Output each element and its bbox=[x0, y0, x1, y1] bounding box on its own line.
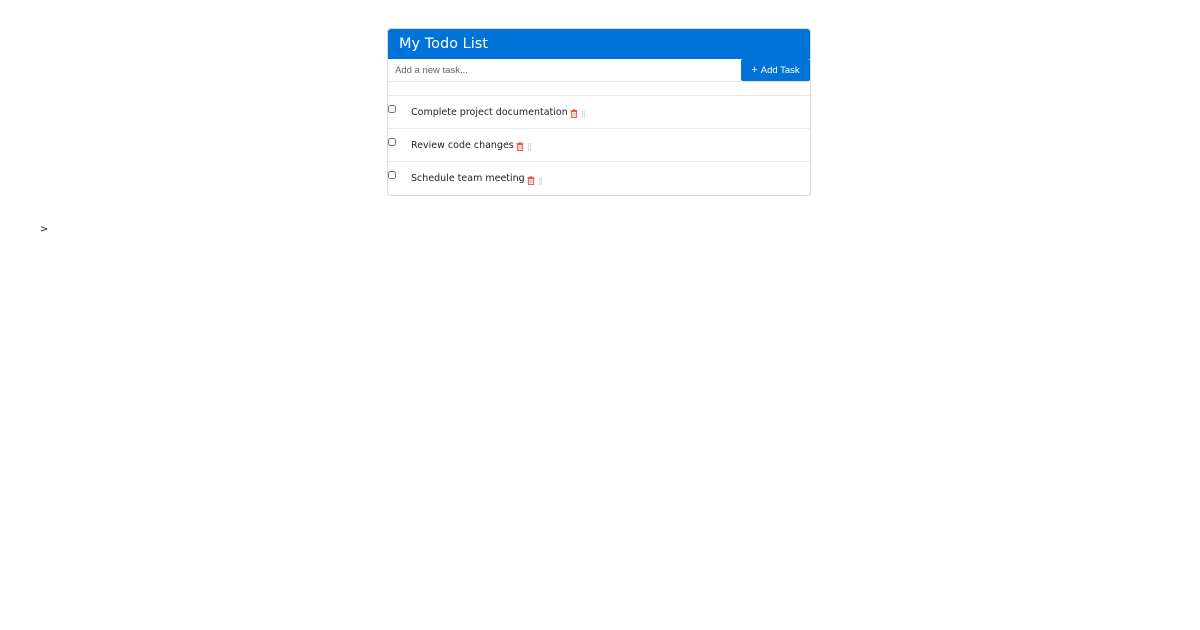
todo-header: My Todo List bbox=[388, 29, 810, 59]
add-task-label: Add Task bbox=[760, 64, 800, 76]
add-task-row: + Add Task bbox=[388, 59, 810, 82]
trash-icon[interactable] bbox=[516, 142, 524, 151]
task-label: Review code changes bbox=[411, 139, 514, 151]
plus-icon: + bbox=[751, 63, 758, 76]
drag-handle-icon[interactable] bbox=[527, 143, 531, 151]
new-task-input[interactable] bbox=[388, 59, 741, 81]
todo-title: My Todo List bbox=[399, 36, 488, 52]
task-checkbox[interactable] bbox=[388, 105, 396, 113]
task-list: Complete project documentation Review co… bbox=[388, 96, 810, 195]
todo-card: My Todo List + Add Task Complete project… bbox=[387, 28, 811, 196]
add-task-button[interactable]: + Add Task bbox=[741, 59, 810, 81]
stray-text: > bbox=[40, 224, 49, 235]
task-item: Schedule team meeting bbox=[388, 162, 810, 195]
task-item: Complete project documentation bbox=[388, 96, 810, 129]
drag-handle-icon[interactable] bbox=[581, 110, 585, 118]
trash-icon[interactable] bbox=[570, 109, 578, 118]
task-checkbox[interactable] bbox=[388, 171, 396, 179]
task-label: Complete project documentation bbox=[411, 106, 568, 118]
task-item: Review code changes bbox=[388, 129, 810, 162]
drag-handle-icon[interactable] bbox=[538, 177, 542, 185]
task-label: Schedule team meeting bbox=[411, 173, 525, 184]
list-spacer bbox=[388, 82, 810, 96]
trash-icon[interactable] bbox=[527, 175, 535, 185]
task-checkbox[interactable] bbox=[388, 138, 396, 146]
